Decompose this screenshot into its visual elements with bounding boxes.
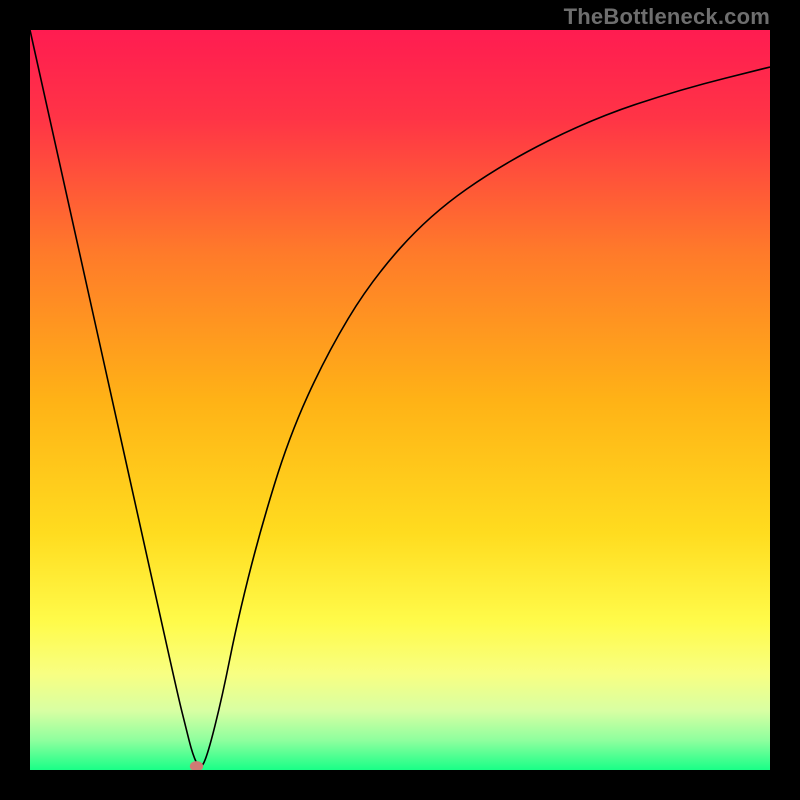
bottleneck-curve <box>30 30 770 766</box>
watermark-text: TheBottleneck.com <box>564 4 770 30</box>
chart-frame: TheBottleneck.com <box>0 0 800 800</box>
plot-area <box>30 30 770 770</box>
curve-layer <box>30 30 770 770</box>
minimum-marker <box>190 761 203 770</box>
